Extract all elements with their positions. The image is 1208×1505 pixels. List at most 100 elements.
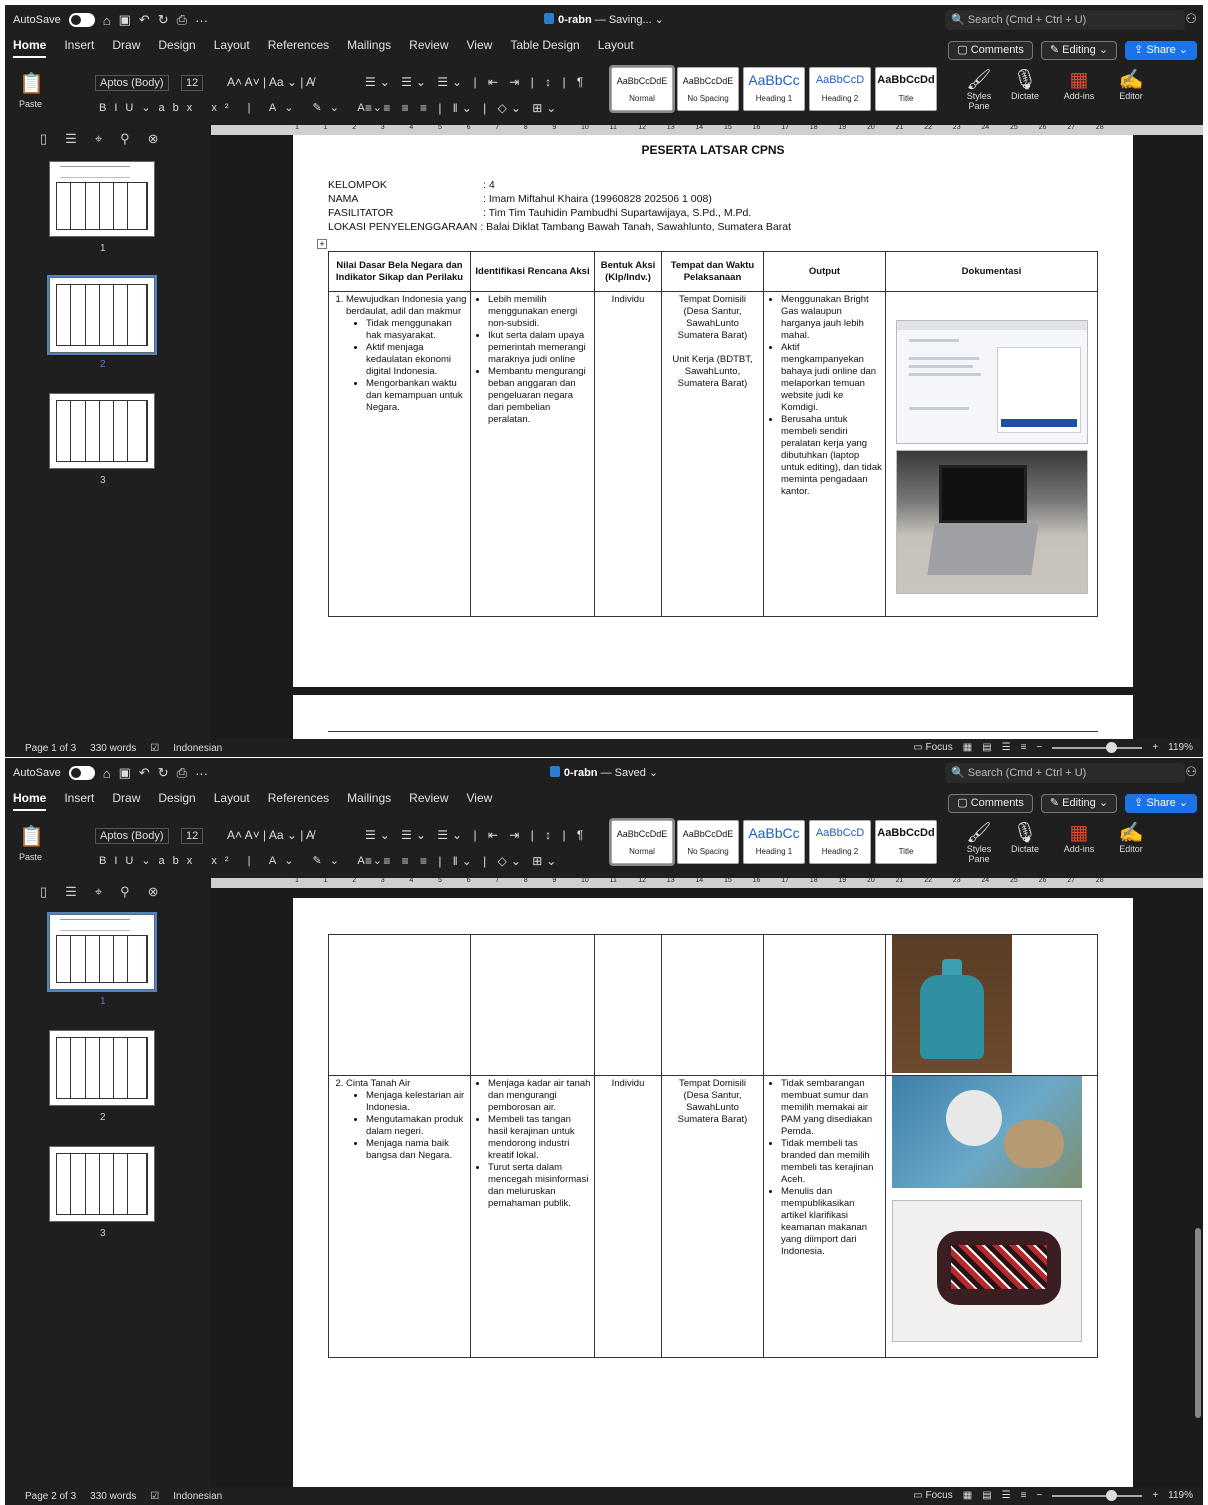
focus-button[interactable]: ▭ Focus: [913, 742, 952, 753]
cell-output[interactable]: Menggunakan Bright Gas walaupun harganya…: [763, 291, 886, 617]
tab-insert[interactable]: Insert: [64, 791, 94, 811]
cell-output[interactable]: [763, 934, 886, 1076]
language-indicator[interactable]: Indonesian: [173, 1491, 222, 1502]
find-replace-icon[interactable]: ⌖: [95, 131, 102, 147]
page-thumbnail-3[interactable]: [49, 1146, 155, 1222]
page-counter[interactable]: Page 2 of 3: [25, 1491, 76, 1502]
print-layout-icon[interactable]: ▦: [963, 742, 972, 753]
outline-icon[interactable]: ☰: [1002, 1490, 1011, 1501]
tab-insert[interactable]: Insert: [64, 38, 94, 58]
format-icons[interactable]: BIU⌄abx x² | A⌄ ✎⌄ A⌄: [99, 101, 390, 114]
paste-icon[interactable]: 📋: [19, 71, 44, 96]
page-counter[interactable]: Page 1 of 3: [25, 743, 76, 754]
proofing-icon[interactable]: ☑: [150, 1491, 159, 1502]
draft-icon[interactable]: ≡: [1021, 1490, 1027, 1501]
cell-dokumentasi[interactable]: [885, 1075, 1098, 1358]
align-icons[interactable]: ≡ ≡ ≡ ≡ | ‖⌄ | ◇⌄ ⊞⌄: [365, 854, 560, 868]
cell-identifikasi[interactable]: Lebih memilih menggunakan energi non-sub…: [470, 291, 595, 617]
font-size-select[interactable]: 12: [181, 75, 204, 91]
list-icons[interactable]: ☰⌄ ☰⌄ ☰⌄ | ⇤ ⇥ | ↕ | ¶: [365, 828, 587, 842]
page-thumbnails-icon[interactable]: ▯: [40, 131, 47, 147]
tab-table-layout[interactable]: Layout: [598, 38, 634, 58]
tab-references[interactable]: References: [268, 38, 329, 58]
horizontal-ruler[interactable]: 1 1 2 3 4 5 6 7 8 9 10 11 12 13 14 15 16 17 18 19 20 21 22 23 24…: [211, 124, 1203, 135]
style-heading-1[interactable]: AaBbCc Heading 1: [743, 820, 805, 864]
tab-draw[interactable]: Draw: [112, 791, 140, 811]
print-layout-icon[interactable]: ▦: [963, 1490, 972, 1501]
align-icons[interactable]: ≡ ≡ ≡ ≡ | ‖⌄ | ◇⌄ ⊞⌄: [365, 101, 560, 115]
page-thumbnail-2[interactable]: [49, 1030, 155, 1106]
cell-identifikasi[interactable]: Menjaga kadar air tanah dan mengurangi p…: [470, 1075, 595, 1358]
page-thumbnail-1[interactable]: [49, 161, 155, 237]
search-icon[interactable]: ⚲: [120, 884, 130, 900]
document-canvas[interactable]: Cinta Tanah Air Menjaga kelestarian air …: [211, 888, 1203, 1487]
tab-layout[interactable]: Layout: [214, 38, 250, 58]
style-heading-2[interactable]: AaBbCcD Heading 2: [809, 67, 871, 111]
document-page-1[interactable]: PESERTA LATSAR CPNS KELOMPOK: 4 NAMA: Im…: [293, 135, 1133, 687]
share-button[interactable]: ⇪ Share ⌄: [1125, 41, 1197, 60]
account-icon[interactable]: ⚇: [1185, 764, 1197, 780]
editor-button[interactable]: ✍ Editor: [1109, 820, 1153, 854]
cell-identifikasi[interactable]: [470, 934, 595, 1076]
search-input[interactable]: 🔍 Search (Cmd + Ctrl + U): [945, 10, 1185, 30]
tab-mailings[interactable]: Mailings: [347, 38, 391, 58]
cell-dokumentasi[interactable]: [885, 934, 1098, 1076]
find-replace-icon[interactable]: ⌖: [95, 884, 102, 900]
editing-button[interactable]: ✎ Editing ⌄: [1040, 794, 1118, 813]
tab-design[interactable]: Design: [158, 38, 195, 58]
grow-font-icon[interactable]: A˄ A˅ | Aa ⌄ | A̸: [227, 828, 314, 842]
styles-pane-button[interactable]: 🖌 Styles Pane: [957, 67, 1001, 111]
search-input[interactable]: 🔍 Search (Cmd + Ctrl + U): [945, 763, 1185, 783]
table-move-handle-icon[interactable]: +: [317, 239, 327, 249]
gas-cylinder-image[interactable]: [892, 935, 1012, 1073]
tab-review[interactable]: Review: [409, 791, 448, 811]
zoom-slider[interactable]: [1052, 1489, 1143, 1501]
zoom-out-button[interactable]: −: [1036, 742, 1042, 753]
tab-home[interactable]: Home: [13, 791, 47, 811]
style-no-spacing[interactable]: AaBbCcDdE No Spacing: [677, 67, 739, 111]
zoom-level[interactable]: 119%: [1168, 1490, 1193, 1501]
cell-nilai-dasar[interactable]: [328, 934, 471, 1076]
close-icon[interactable]: ⊗: [148, 131, 159, 147]
word-count[interactable]: 330 words: [90, 743, 136, 754]
zoom-in-button[interactable]: +: [1152, 1490, 1158, 1501]
page-thumbnails-icon[interactable]: ▯: [40, 884, 47, 900]
web-layout-icon[interactable]: ▤: [982, 1490, 991, 1501]
vertical-scrollbar[interactable]: [1195, 1228, 1201, 1418]
add-ins-button[interactable]: ▦ Add-ins: [1057, 820, 1101, 854]
laptop-photo-image[interactable]: [895, 450, 1088, 594]
style-heading-1[interactable]: AaBbCc Heading 1: [743, 67, 805, 111]
style-normal[interactable]: AaBbCcDdE Normal: [609, 65, 675, 113]
list-icons[interactable]: ☰⌄ ☰⌄ ☰⌄ | ⇤ ⇥ | ↕ | ¶: [365, 75, 587, 89]
document-canvas[interactable]: PESERTA LATSAR CPNS KELOMPOK: 4 NAMA: Im…: [211, 135, 1203, 755]
headings-icon[interactable]: ☰: [65, 131, 77, 147]
style-title[interactable]: AaBbCcDd Title: [875, 67, 937, 111]
style-title[interactable]: AaBbCcDd Title: [875, 820, 937, 864]
tab-home[interactable]: Home: [13, 38, 47, 58]
tab-mailings[interactable]: Mailings: [347, 791, 391, 811]
style-heading-2[interactable]: AaBbCcD Heading 2: [809, 820, 871, 864]
cell-bentuk-aksi[interactable]: Individu: [594, 1075, 662, 1358]
tab-review[interactable]: Review: [409, 38, 448, 58]
grow-font-icon[interactable]: A˄ A˅ | Aa ⌄ | A̸: [227, 75, 314, 89]
cell-bentuk-aksi[interactable]: [594, 934, 662, 1076]
outline-icon[interactable]: ☰: [1002, 742, 1011, 753]
cell-dokumentasi[interactable]: [885, 291, 1098, 617]
water-meter-image[interactable]: [892, 1076, 1082, 1188]
tab-draw[interactable]: Draw: [112, 38, 140, 58]
tab-view[interactable]: View: [467, 791, 493, 811]
zoom-out-button[interactable]: −: [1036, 1490, 1042, 1501]
horizontal-ruler[interactable]: 1 1 2 3 4 5 6 7 8 9 10 11 12 13 14 15 16 17 18 19 20 21 22 23 24…: [211, 877, 1203, 888]
comments-button[interactable]: ▢ Comments: [948, 794, 1033, 813]
tab-view[interactable]: View: [467, 38, 493, 58]
cell-bentuk-aksi[interactable]: Individu: [594, 291, 662, 617]
language-indicator[interactable]: Indonesian: [173, 743, 222, 754]
tab-table-design[interactable]: Table Design: [510, 38, 579, 58]
page-thumbnail-3[interactable]: [49, 393, 155, 469]
format-icons[interactable]: BIU⌄abx x² | A⌄ ✎⌄ A⌄: [99, 854, 390, 867]
font-name-select[interactable]: Aptos (Body): [95, 828, 169, 844]
style-no-spacing[interactable]: AaBbCcDdE No Spacing: [677, 820, 739, 864]
add-ins-button[interactable]: ▦ Add-ins: [1057, 67, 1101, 101]
document-page-2[interactable]: Cinta Tanah Air Menjaga kelestarian air …: [293, 898, 1133, 1487]
editing-button[interactable]: ✎ Editing ⌄: [1040, 41, 1118, 60]
